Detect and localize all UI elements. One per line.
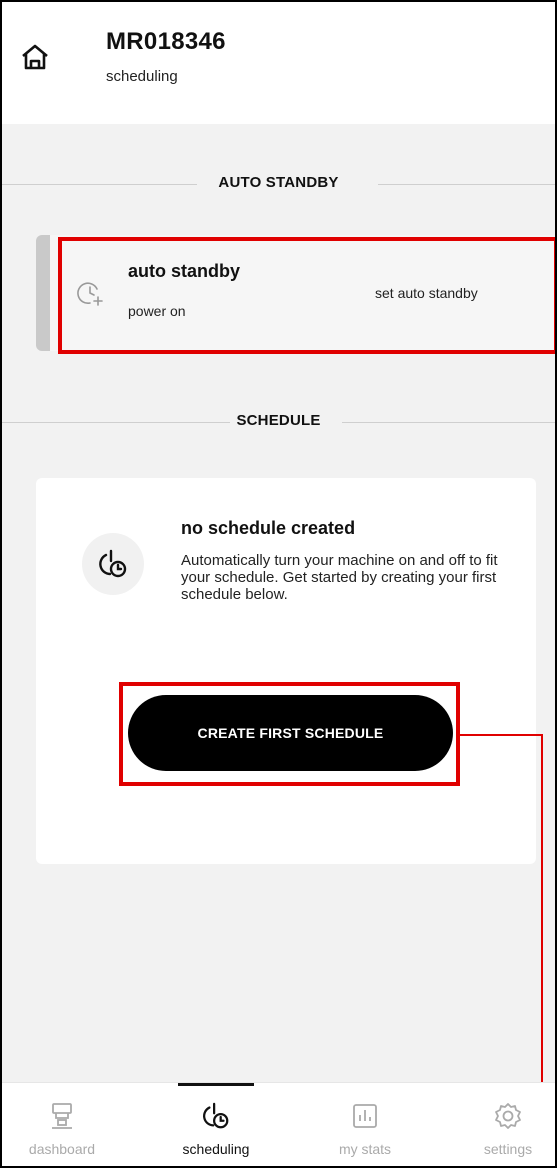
tab-my-stats[interactable]: my stats bbox=[300, 1083, 430, 1166]
tab-label-dashboard: dashboard bbox=[28, 1141, 96, 1157]
power-clock-icon bbox=[203, 1102, 229, 1129]
clock-plus-icon bbox=[77, 282, 103, 306]
gear-icon bbox=[495, 1103, 521, 1129]
app-screen: MR018346 scheduling AUTO STANDBY auto st… bbox=[0, 0, 557, 1168]
home-icon[interactable] bbox=[20, 42, 50, 72]
power-clock-icon bbox=[99, 549, 127, 578]
empty-state-title: no schedule created bbox=[181, 518, 356, 538]
schedule-icon-badge bbox=[82, 533, 144, 595]
auto-standby-title: auto standby bbox=[128, 261, 241, 281]
page-subtitle: scheduling bbox=[106, 68, 178, 85]
create-first-schedule-button[interactable]: CREATE FIRST SCHEDULE bbox=[128, 695, 453, 771]
auto-standby-card[interactable]: auto standby power on set auto standby bbox=[36, 235, 555, 351]
auto-standby-section-header: AUTO STANDBY bbox=[2, 174, 555, 194]
header: MR018346 scheduling bbox=[2, 2, 555, 124]
machine-id: MR018346 bbox=[106, 28, 226, 55]
espresso-machine-icon bbox=[52, 1103, 72, 1129]
schedule-heading: SCHEDULE bbox=[236, 412, 321, 429]
tab-scheduling[interactable]: scheduling bbox=[151, 1083, 281, 1166]
empty-state-description: Automatically turn your machine on and o… bbox=[181, 552, 498, 603]
schedule-section-header: SCHEDULE bbox=[2, 412, 555, 432]
tab-label-settings: settings bbox=[483, 1141, 533, 1157]
tab-settings[interactable]: settings bbox=[443, 1083, 555, 1166]
schedule-empty-card: no schedule created Automatically turn y… bbox=[36, 478, 536, 864]
tab-label-scheduling: scheduling bbox=[182, 1141, 250, 1157]
auto-standby-status: power on bbox=[128, 303, 186, 319]
auto-standby-heading: AUTO STANDBY bbox=[218, 174, 339, 191]
tab-dashboard[interactable]: dashboard bbox=[2, 1083, 127, 1166]
tab-label-my-stats: my stats bbox=[338, 1141, 392, 1157]
bottom-tab-bar: dashboard scheduling my stats settings bbox=[2, 1082, 555, 1166]
bar-chart-icon bbox=[353, 1104, 377, 1128]
set-auto-standby-link[interactable]: set auto standby bbox=[375, 285, 478, 301]
